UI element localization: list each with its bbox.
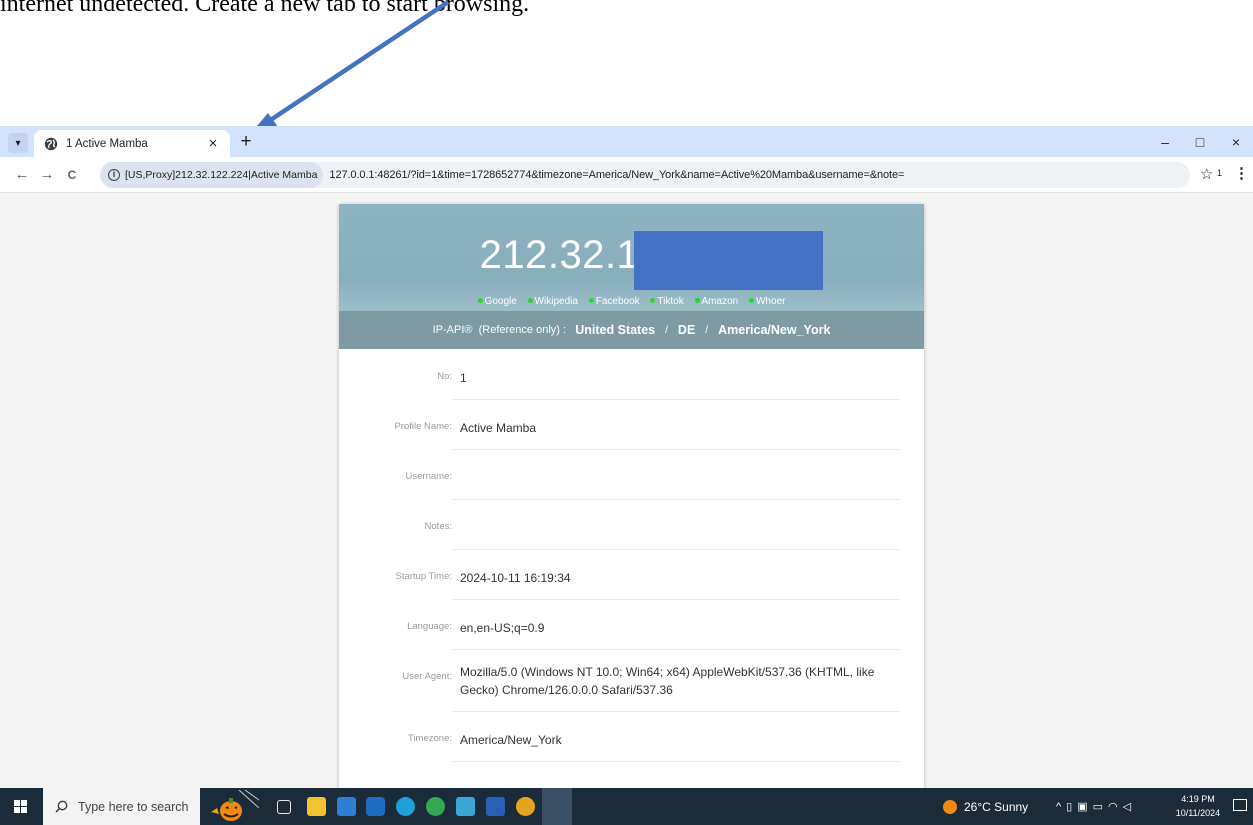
halloween-pumpkin-icon[interactable] <box>207 790 259 823</box>
close-window-button[interactable]: × <box>1222 131 1250 153</box>
geo-info-bar: IP-API® (Reference only) : United States… <box>339 311 924 349</box>
maximize-button[interactable]: □ <box>1186 131 1214 153</box>
notifications-icon[interactable] <box>1233 799 1247 811</box>
site-chip-label: [US,Proxy]212.32.122.224|Active Mamba <box>125 169 318 181</box>
search-placeholder: Type here to search <box>78 799 189 814</box>
globe-icon <box>44 137 58 150</box>
link-tiktok[interactable]: Tiktok <box>650 296 684 307</box>
tray-app-icon[interactable]: ▯ <box>1066 800 1077 813</box>
tray-chevron-icon[interactable]: ^ <box>1056 801 1066 813</box>
field-row-username: Username: <box>339 450 924 500</box>
active-browser-app-icon[interactable] <box>542 788 572 825</box>
edge-icon[interactable] <box>396 797 415 816</box>
tab-title: 1 Active Mamba <box>66 137 148 150</box>
field-value: en,en-US;q=0.9 <box>460 621 545 635</box>
info-icon: i <box>108 169 120 181</box>
field-value: 1 <box>460 371 467 385</box>
browser-menu-icon[interactable]: ⋮ <box>1234 164 1249 182</box>
field-value: Active Mamba <box>460 421 537 435</box>
field-label: Notes: <box>424 521 452 532</box>
forward-icon[interactable]: → <box>37 165 57 185</box>
tray-app-icon[interactable]: ▣ <box>1077 800 1092 813</box>
chrome-icon[interactable] <box>426 797 445 816</box>
windows-start-icon[interactable] <box>14 800 28 814</box>
address-bar[interactable]: i [US,Proxy]212.32.122.224|Active Mamba … <box>100 162 1190 188</box>
file-explorer-icon[interactable] <box>307 797 326 816</box>
geo-colon: : <box>563 324 567 336</box>
taskbar-clock[interactable]: 4:19 PM 10/11/2024 <box>1168 792 1228 820</box>
geo-country: United States <box>575 323 656 337</box>
store-icon[interactable] <box>337 797 356 816</box>
app-icon[interactable] <box>456 797 475 816</box>
clock-time: 4:19 PM <box>1181 794 1215 804</box>
weather-text: 26°C Sunny <box>964 799 1029 814</box>
ip-header: 212.32.1 Google Wikipedia Facebook Tikto… <box>339 204 924 311</box>
geo-separator: / <box>705 324 709 336</box>
field-row-no: No: 1 <box>339 350 924 400</box>
link-wikipedia[interactable]: Wikipedia <box>527 296 578 307</box>
field-label: Timezone: <box>408 733 452 744</box>
app-icon[interactable] <box>516 797 535 816</box>
system-tray-icons[interactable]: ^ ▯ ▣ ▭ ◠ ◁ <box>1056 788 1136 825</box>
volume-icon[interactable]: ◁ <box>1123 800 1136 813</box>
extension-count[interactable]: 1 <box>1217 168 1222 178</box>
search-icon <box>55 800 68 813</box>
bookmark-star-icon[interactable]: ☆ <box>1200 165 1213 183</box>
field-label: Username: <box>405 471 452 482</box>
field-value: America/New_York <box>460 733 562 747</box>
field-row-user-agent: User Agent: Mozilla/5.0 (Windows NT 10.0… <box>339 650 924 712</box>
browser-toolbar: ← → C i [US,Proxy]212.32.122.224|Active … <box>0 157 1253 193</box>
document-caption: internet undetected. Create a new tab to… <box>0 0 530 17</box>
windows-taskbar: Type here to search 26°C Sunny ^ ▯ ▣ ▭ ◠… <box>0 788 1253 825</box>
field-label: User Agent: <box>402 671 452 682</box>
annotation-arrow <box>251 0 450 133</box>
field-row-profile-name: Profile Name: Active Mamba <box>339 400 924 450</box>
link-whoer[interactable]: Whoer <box>748 296 785 307</box>
task-view-icon[interactable] <box>277 800 291 814</box>
field-row-startup-time: Startup Time: 2024-10-11 16:19:34 <box>339 550 924 600</box>
tab-active-mamba[interactable]: 1 Active Mamba × <box>34 130 230 157</box>
taskbar-search-box[interactable]: Type here to search <box>43 788 200 825</box>
field-value: Mozilla/5.0 (Windows NT 10.0; Win64; x64… <box>460 665 875 697</box>
network-icon[interactable]: ◠ <box>1108 800 1123 813</box>
battery-icon[interactable]: ▭ <box>1093 800 1108 813</box>
ip-address: 212.32.1 <box>479 233 640 277</box>
field-row-timezone: Timezone: America/New_York <box>339 712 924 762</box>
divider <box>452 761 900 762</box>
back-icon[interactable]: ← <box>12 165 32 185</box>
geo-separator: / <box>665 324 668 336</box>
field-label: No: <box>437 371 452 382</box>
new-tab-button[interactable]: + <box>236 132 256 152</box>
tab-search-button[interactable]: ▾ <box>8 133 28 153</box>
link-facebook[interactable]: Facebook <box>588 296 640 307</box>
field-value: 2024-10-11 16:19:34 <box>460 571 571 585</box>
url-text[interactable]: 127.0.0.1:48261/?id=1&time=1728652774&ti… <box>329 169 904 181</box>
field-label: Startup Time: <box>395 571 453 582</box>
geo-note: (Reference only) <box>478 324 560 336</box>
weather-icon <box>943 799 957 814</box>
reload-icon[interactable]: C <box>62 165 82 185</box>
outlook-icon[interactable] <box>366 797 385 816</box>
field-label: Profile Name: <box>394 421 452 432</box>
tab-strip: ▾ 1 Active Mamba × + – □ × <box>0 126 1253 157</box>
minimize-button[interactable]: – <box>1151 131 1179 153</box>
field-row-notes: Notes: <box>339 500 924 550</box>
geo-timezone: America/New_York <box>718 323 831 337</box>
site-info-chip[interactable]: i [US,Proxy]212.32.122.224|Active Mamba <box>100 162 324 188</box>
profile-fields: No: 1 Profile Name: Active Mamba Usernam… <box>339 350 924 762</box>
link-google[interactable]: Google <box>477 296 517 307</box>
profile-card: 212.32.1 Google Wikipedia Facebook Tikto… <box>339 204 924 788</box>
word-icon[interactable] <box>486 797 505 816</box>
redaction-box <box>634 231 823 290</box>
link-amazon[interactable]: Amazon <box>694 296 738 307</box>
tab-close-icon[interactable]: × <box>206 136 220 151</box>
field-row-language: Language: en,en-US;q=0.9 <box>339 600 924 650</box>
weather-widget[interactable]: 26°C Sunny <box>943 788 1028 825</box>
page-viewport: 212.32.1 Google Wikipedia Facebook Tikto… <box>0 193 1253 788</box>
field-label: Language: <box>407 621 452 632</box>
check-links: Google Wikipedia Facebook Tiktok Amazon … <box>339 296 924 307</box>
geo-source: IP-API® <box>432 324 473 336</box>
clock-date: 10/11/2024 <box>1175 808 1221 818</box>
geo-region: DE <box>677 323 696 337</box>
